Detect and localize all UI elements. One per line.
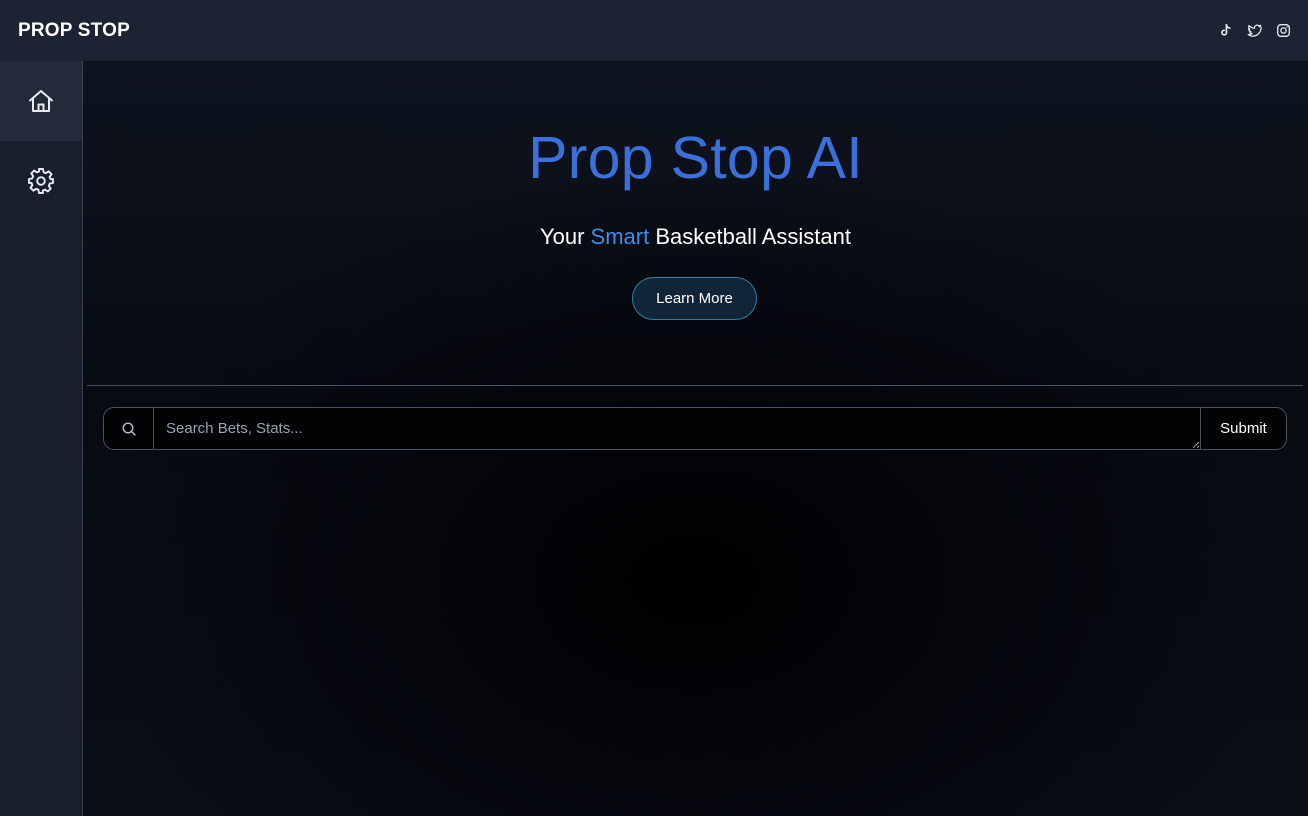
learn-more-button[interactable]: Learn More xyxy=(632,277,757,320)
social-links xyxy=(1217,23,1291,39)
search-bar: Submit xyxy=(103,407,1287,450)
sidebar-item-settings[interactable] xyxy=(0,141,82,221)
gear-icon xyxy=(28,168,54,194)
section-divider xyxy=(87,385,1303,386)
brand-logo[interactable]: PROP STOP xyxy=(18,20,130,42)
sidebar xyxy=(0,61,83,816)
search-icon xyxy=(104,408,154,449)
sidebar-item-home[interactable] xyxy=(0,61,82,141)
home-icon xyxy=(29,90,53,112)
subtitle-prefix: Your xyxy=(539,224,591,249)
hero-title: Prop Stop AI xyxy=(528,125,863,191)
submit-button[interactable]: Submit xyxy=(1200,408,1286,449)
twitter-icon[interactable] xyxy=(1246,23,1262,39)
search-input[interactable] xyxy=(154,408,1200,449)
tiktok-icon[interactable] xyxy=(1217,23,1233,39)
main-content: Prop Stop AI Your Smart Basketball Assis… xyxy=(83,61,1308,816)
subtitle-accent: Smart xyxy=(590,224,650,249)
top-bar: PROP STOP xyxy=(0,0,1308,61)
instagram-icon[interactable] xyxy=(1275,23,1291,39)
subtitle-suffix: Basketball Assistant xyxy=(649,224,852,249)
hero-subtitle: Your Smart Basketball Assistant xyxy=(83,224,1308,250)
